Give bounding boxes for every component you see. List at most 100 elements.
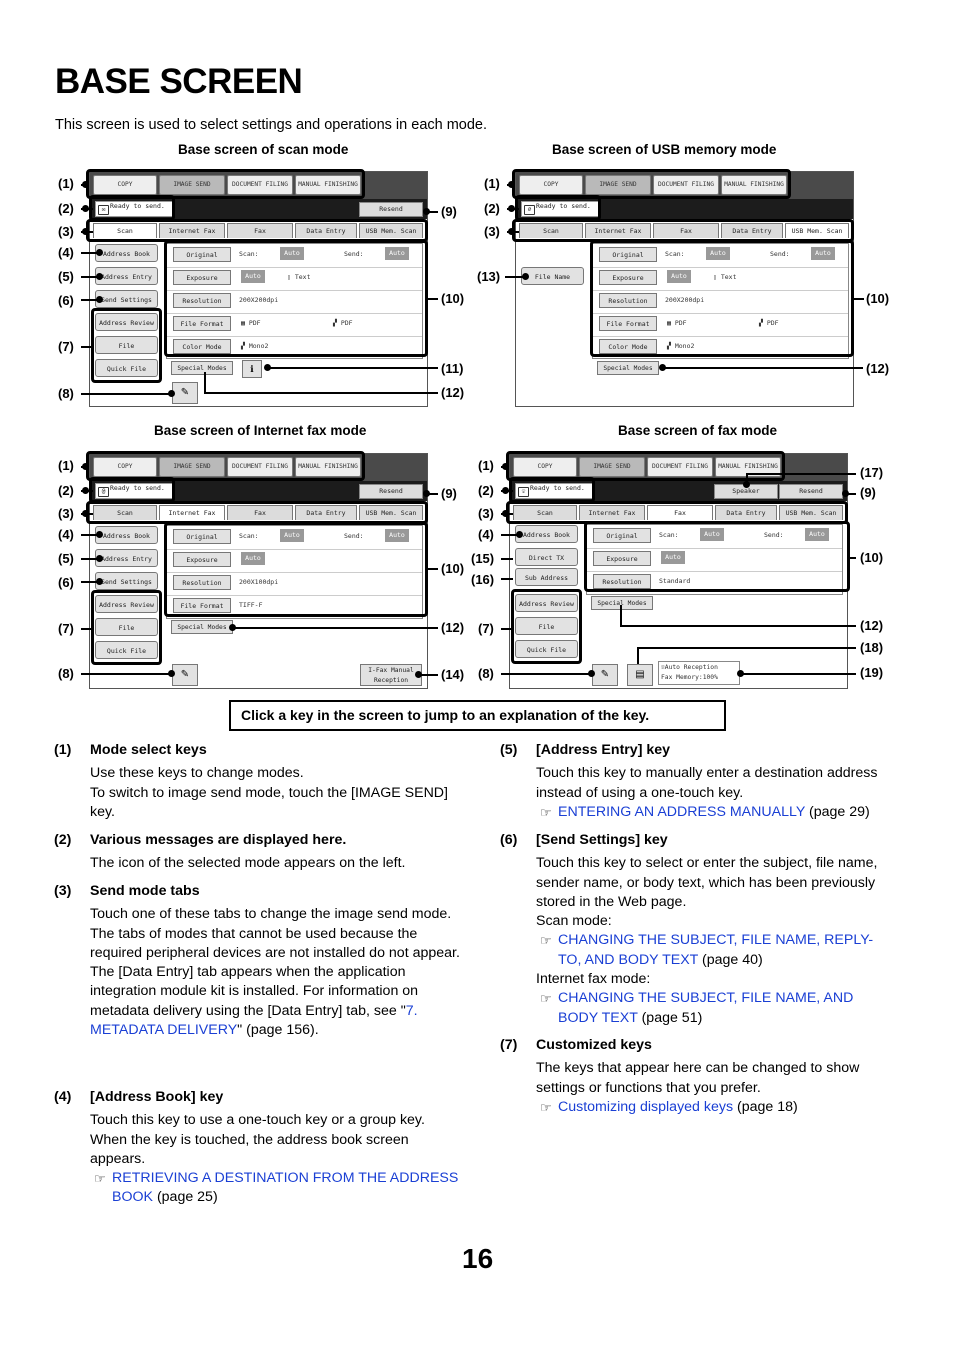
callout-4: (4) — [58, 527, 74, 542]
section-6: (6) [Send Settings] key Touch this key to… — [500, 831, 896, 1028]
callout-16: (16) — [471, 572, 495, 587]
section-number: (6) — [500, 832, 518, 848]
section-body: Touch this key to use a one-touch key or… — [90, 1112, 425, 1167]
section-body: Touch this key to select or enter the su… — [536, 855, 878, 910]
callout-12: (12) — [441, 385, 465, 400]
pointing-hand-icon: ☞ — [540, 1099, 552, 1115]
resend-button[interactable]: Resend — [359, 484, 423, 499]
section-number: (2) — [54, 832, 72, 848]
section-4: (4) [Address Book] key Touch this key to … — [54, 1088, 460, 1208]
callout-4: (4) — [58, 245, 74, 260]
pointing-hand-icon: ☞ — [540, 933, 552, 949]
job-status-icon[interactable]: ✎ — [172, 664, 198, 686]
section-body: The tabs of modes that cannot be used be… — [90, 925, 460, 961]
callout-14: (14) — [441, 667, 465, 682]
section-7: (7) Customized keys The keys that appear … — [500, 1036, 896, 1117]
callout-1: (1) — [58, 458, 74, 473]
callout-7: (7) — [58, 339, 74, 354]
callout-8: (8) — [58, 666, 74, 681]
callout-box-custom-keys — [511, 589, 582, 664]
sub-address-key[interactable]: Sub Address — [515, 568, 578, 586]
section-title: Various messages are displayed here. — [90, 832, 347, 848]
callout-box-custom-keys — [91, 590, 162, 665]
callout-12: (12) — [860, 618, 884, 633]
send-settings-key[interactable]: Send Settings — [95, 572, 158, 590]
file-name-key[interactable]: File Name — [521, 267, 584, 285]
special-modes-key[interactable]: Special Modes — [171, 620, 233, 634]
send-settings-key[interactable]: Send Settings — [95, 290, 158, 308]
address-entry-key[interactable]: Address Entry — [95, 549, 158, 567]
callout-6: (6) — [58, 575, 74, 590]
callout-17: (17) — [860, 465, 884, 480]
callout-box-settings — [164, 240, 428, 357]
callout-4: (4) — [478, 527, 494, 542]
resend-button[interactable]: Resend — [359, 202, 423, 217]
callout-box-tabs — [86, 501, 428, 524]
callout-1: (1) — [484, 176, 500, 191]
callout-3: (3) — [484, 224, 500, 239]
customizing-keys-link[interactable]: Customizing displayed keys — [558, 1099, 733, 1115]
callout-8: (8) — [58, 386, 74, 401]
callout-2: (2) — [58, 483, 74, 498]
changing-subject-ifax-link[interactable]: CHANGING THE SUBJECT, FILE NAME, AND BOD… — [558, 990, 853, 1025]
address-entry-key[interactable]: Address Entry — [95, 267, 158, 285]
reference: ☞ CHANGING THE SUBJECT, FILE NAME, REPLY-… — [540, 932, 874, 968]
reference: ☞ Customizing displayed keys (page 18) — [536, 1098, 896, 1117]
reference: ☞ ENTERING AN ADDRESS MANUALLY (page 29) — [536, 803, 896, 822]
pointing-hand-icon: ☞ — [540, 991, 552, 1007]
callout-18: (18) — [860, 640, 884, 655]
special-modes-key[interactable]: Special Modes — [591, 596, 653, 610]
callout-12: (12) — [441, 620, 465, 635]
job-status-icon[interactable]: ✎ — [592, 664, 618, 686]
section-title: [Address Entry] key — [536, 742, 671, 758]
callout-5: (5) — [58, 551, 74, 566]
callout-10: (10) — [860, 550, 884, 565]
callout-2: (2) — [484, 201, 500, 216]
reference: ☞ CHANGING THE SUBJECT, FILE NAME, AND BO… — [540, 990, 854, 1026]
section-body: To switch to image send mode, touch the … — [90, 784, 448, 820]
info-icon[interactable]: ℹ — [242, 360, 262, 378]
ifax-screen-heading: Base screen of Internet fax mode — [154, 423, 367, 438]
callout-box-settings — [584, 521, 850, 592]
callout-2: (2) — [478, 483, 494, 498]
entering-address-link[interactable]: ENTERING AN ADDRESS MANUALLY — [558, 804, 805, 820]
page-title: BASE SCREEN — [55, 62, 303, 101]
ifax-mode-label: Internet fax mode: — [536, 971, 651, 988]
fax-memory-icon[interactable]: ▤ — [627, 664, 653, 686]
ifax-manual-reception-key[interactable]: I-Fax Manual Reception — [360, 664, 422, 686]
section-title: [Send Settings] key — [536, 832, 668, 848]
special-modes-key[interactable]: Special Modes — [171, 361, 233, 375]
callout-13: (13) — [477, 269, 501, 284]
callout-box-message — [515, 195, 601, 221]
section-title: [Address Book] key — [90, 1089, 224, 1105]
address-book-key[interactable]: Address Book — [515, 525, 578, 543]
callout-box-tabs — [86, 219, 428, 242]
callout-6: (6) — [58, 293, 74, 308]
usb-screen-heading: Base screen of USB memory mode — [552, 142, 777, 157]
callout-box-custom-keys — [91, 308, 162, 383]
callout-9: (9) — [441, 204, 457, 219]
resend-button[interactable]: Resend — [779, 484, 843, 499]
section-body: Use these keys to change modes. — [90, 765, 304, 782]
job-status-icon[interactable]: ✎ — [172, 382, 198, 404]
callout-1: (1) — [478, 458, 494, 473]
callout-7: (7) — [58, 621, 74, 636]
section-3: (3) Send mode tabs Touch one of these tab… — [54, 882, 460, 1040]
callout-box-message — [509, 477, 595, 503]
reception-status: ☏Auto Reception Fax Memory:100% — [658, 661, 740, 685]
callout-11: (11) — [441, 361, 464, 376]
section-number: (1) — [54, 742, 72, 758]
direct-tx-key[interactable]: Direct TX — [515, 548, 578, 566]
callout-box-settings — [590, 240, 854, 357]
pointing-hand-icon: ☞ — [94, 1171, 106, 1187]
address-book-key[interactable]: Address Book — [95, 526, 158, 544]
address-book-key[interactable]: Address Book — [95, 244, 158, 262]
callout-box-tabs — [512, 219, 854, 242]
callout-1: (1) — [58, 176, 74, 191]
special-modes-key[interactable]: Special Modes — [597, 361, 659, 375]
page-number: 16 — [462, 1243, 494, 1274]
pointing-hand-icon: ☞ — [540, 804, 552, 820]
section-body: The icon of the selected mode appears on… — [90, 855, 406, 872]
fax-screen-heading: Base screen of fax mode — [618, 423, 778, 438]
callout-9: (9) — [441, 486, 457, 501]
